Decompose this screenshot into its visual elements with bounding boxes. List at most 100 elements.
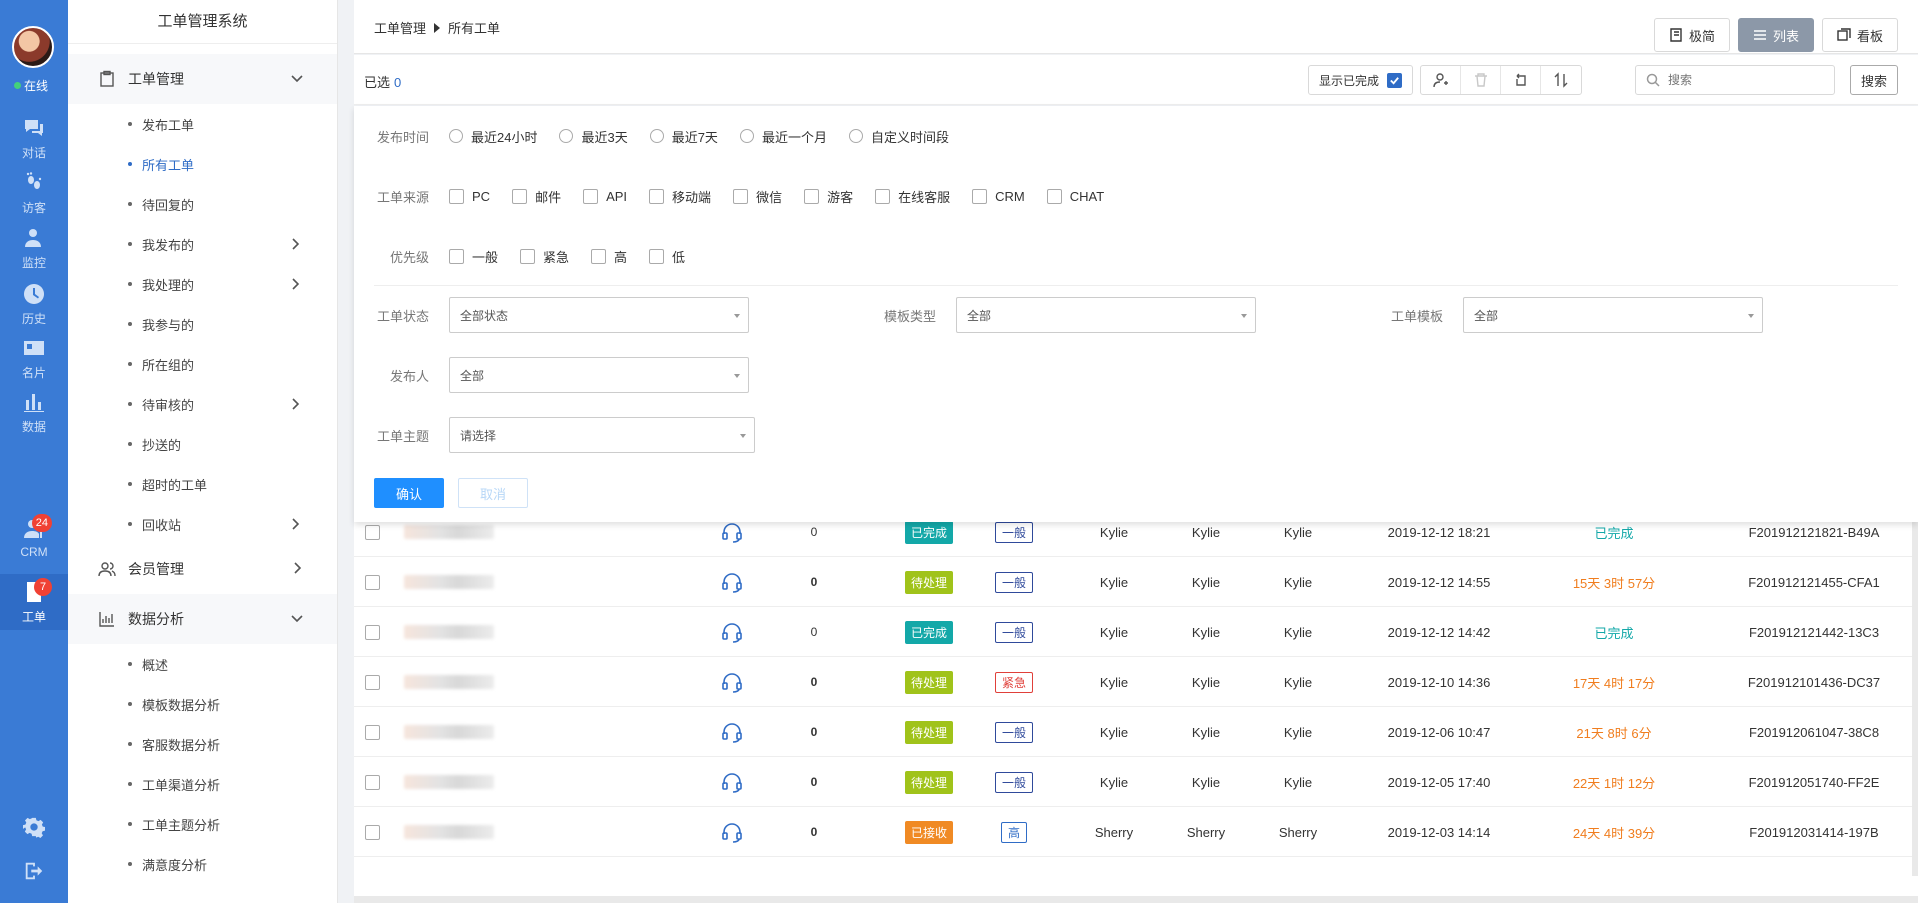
source-option-0[interactable]: PC — [449, 188, 490, 204]
source-option-8[interactable]: CHAT — [1046, 188, 1104, 204]
title-cell[interactable] — [404, 757, 494, 807]
table-row[interactable]: 0 已接收 高 Sherry Sherry Sherry 2019-12-03 14:14 2… — [354, 807, 1912, 857]
search-button[interactable]: 搜索 — [1850, 65, 1898, 95]
nav-item-overdue[interactable]: 超时的工单 — [68, 464, 337, 504]
nav-item-pending-review[interactable]: 待审核的 — [68, 384, 337, 424]
row-checkbox[interactable] — [364, 524, 380, 540]
delete-button[interactable] — [1461, 66, 1501, 94]
time-option-24h[interactable]: 最近24小时 — [449, 127, 537, 146]
nav-item-my-participated[interactable]: 我参与的 — [68, 304, 337, 344]
checkbox[interactable] — [875, 188, 891, 204]
table-row[interactable]: 0 待处理 紧急 Kylie Kylie Kylie 2019-12-10 14:36 17天… — [354, 657, 1912, 707]
template-select[interactable]: 全部 — [1463, 297, 1763, 333]
avatar[interactable] — [12, 26, 54, 68]
nav-item-topic-analysis[interactable]: 工单主题分析 — [68, 804, 337, 844]
priority-option-3[interactable]: 低 — [649, 247, 685, 266]
rail-item-ticket[interactable]: 工单 7 — [0, 574, 68, 630]
title-cell[interactable] — [404, 807, 494, 857]
nav-item-channel-analysis[interactable]: 工单渠道分析 — [68, 764, 337, 804]
checkbox[interactable] — [449, 188, 464, 204]
table-row[interactable]: 0 待处理 一般 Kylie Kylie Kylie 2019-12-12 14:55 15天… — [354, 557, 1912, 607]
title-cell[interactable] — [404, 657, 494, 707]
nav-item-overview[interactable]: 概述 — [68, 644, 337, 684]
source-option-1[interactable]: 邮件 — [512, 187, 561, 206]
radio[interactable] — [649, 129, 664, 143]
source-option-6[interactable]: 在线客服 — [875, 187, 950, 206]
title-cell[interactable] — [404, 607, 494, 657]
title-cell[interactable] — [404, 707, 494, 757]
table-row[interactable]: 0 待处理 一般 Kylie Kylie Kylie 2019-12-05 17:40 22天… — [354, 757, 1912, 807]
time-option-3d[interactable]: 最近3天 — [559, 127, 628, 146]
rail-item-chat[interactable]: 对话 — [0, 110, 68, 166]
source-option-3[interactable]: 移动端 — [649, 187, 711, 206]
checkbox[interactable] — [1046, 188, 1062, 204]
rail-item-card[interactable]: 名片 — [0, 330, 68, 386]
row-checkbox[interactable] — [364, 724, 380, 740]
rail-item-data[interactable]: 数据 — [0, 384, 68, 440]
checkbox[interactable] — [733, 188, 749, 204]
nav-item-recycle-bin[interactable]: 回收站 — [68, 504, 337, 544]
publisher-select[interactable]: 全部 — [449, 357, 749, 393]
rail-item-history[interactable]: 历史 — [0, 276, 68, 332]
row-checkbox[interactable] — [364, 774, 380, 790]
refresh-button[interactable] — [1501, 66, 1541, 94]
horizontal-scrollbar[interactable] — [354, 896, 1918, 903]
time-option-custom[interactable]: 自定义时间段 — [848, 127, 949, 146]
nav-item-cc[interactable]: 抄送的 — [68, 424, 337, 464]
radio[interactable] — [559, 129, 574, 143]
nav-item-pending-reply[interactable]: 待回复的 — [68, 184, 337, 224]
nav-item-all-tickets[interactable]: 所有工单 — [68, 144, 337, 184]
priority-option-1[interactable]: 紧急 — [520, 247, 569, 266]
breadcrumb-parent[interactable]: 工单管理 — [374, 18, 426, 37]
nav-item-satisfaction-analysis[interactable]: 满意度分析 — [68, 844, 337, 884]
topic-select[interactable]: 请选择 — [449, 417, 755, 453]
table-row[interactable]: 0 已完成 一般 Kylie Kylie Kylie 2019-12-12 14:42 已完成… — [354, 607, 1912, 657]
radio[interactable] — [848, 129, 863, 143]
nav-group-ticket-management[interactable]: 工单管理 — [68, 54, 337, 104]
checkbox[interactable] — [512, 188, 528, 204]
priority-option-2[interactable]: 高 — [591, 247, 627, 266]
nav-item-template-analysis[interactable]: 模板数据分析 — [68, 684, 337, 724]
time-option-7d[interactable]: 最近7天 — [649, 127, 718, 146]
source-option-2[interactable]: API — [583, 188, 627, 204]
search-input[interactable] — [1668, 73, 1818, 87]
row-checkbox[interactable] — [364, 674, 380, 690]
view-board-button[interactable]: 看板 — [1821, 18, 1898, 52]
show-completed-toggle[interactable]: 显示已完成 — [1308, 65, 1414, 95]
time-option-month[interactable]: 最近一个月 — [739, 127, 827, 146]
logout-button[interactable] — [0, 860, 68, 882]
checkbox[interactable] — [972, 188, 988, 204]
nav-item-publish-ticket[interactable]: 发布工单 — [68, 104, 337, 144]
view-minimal-button[interactable]: 极简 — [1653, 18, 1730, 52]
nav-group-member-management[interactable]: 会员管理 — [68, 544, 337, 594]
row-checkbox[interactable] — [364, 624, 380, 640]
nav-item-my-handled[interactable]: 我处理的 — [68, 264, 337, 304]
priority-option-0[interactable]: 一般 — [449, 247, 498, 266]
rail-item-monitor[interactable]: 监控 — [0, 220, 68, 276]
checkbox[interactable] — [449, 248, 464, 264]
nav-item-my-group[interactable]: 所在组的 — [68, 344, 337, 384]
checkbox[interactable] — [804, 188, 820, 204]
checkbox[interactable] — [649, 248, 665, 264]
show-completed-checkbox[interactable] — [1387, 72, 1403, 88]
sort-button[interactable] — [1541, 66, 1581, 94]
radio[interactable] — [739, 129, 754, 143]
settings-button[interactable] — [0, 816, 68, 838]
confirm-button[interactable]: 确认 — [374, 478, 444, 508]
nav-item-my-published[interactable]: 我发布的 — [68, 224, 337, 264]
nav-item-agent-analysis[interactable]: 客服数据分析 — [68, 724, 337, 764]
source-option-7[interactable]: CRM — [972, 188, 1025, 204]
status-select[interactable]: 全部状态 — [449, 297, 749, 333]
checkbox[interactable] — [649, 188, 665, 204]
source-option-4[interactable]: 微信 — [733, 187, 782, 206]
checkbox[interactable] — [520, 248, 536, 264]
title-cell[interactable] — [404, 557, 494, 607]
table-row[interactable]: 0 待处理 一般 Kylie Kylie Kylie 2019-12-06 10:47 21天… — [354, 707, 1912, 757]
rail-item-visitor[interactable]: 访客 — [0, 165, 68, 221]
radio[interactable] — [449, 129, 463, 143]
cancel-button[interactable]: 取消 — [458, 478, 528, 508]
row-checkbox[interactable] — [364, 574, 380, 590]
nav-group-data-analysis[interactable]: 数据分析 — [68, 594, 337, 644]
online-status[interactable]: 在线 — [14, 77, 48, 94]
template-type-select[interactable]: 全部 — [956, 297, 1256, 333]
